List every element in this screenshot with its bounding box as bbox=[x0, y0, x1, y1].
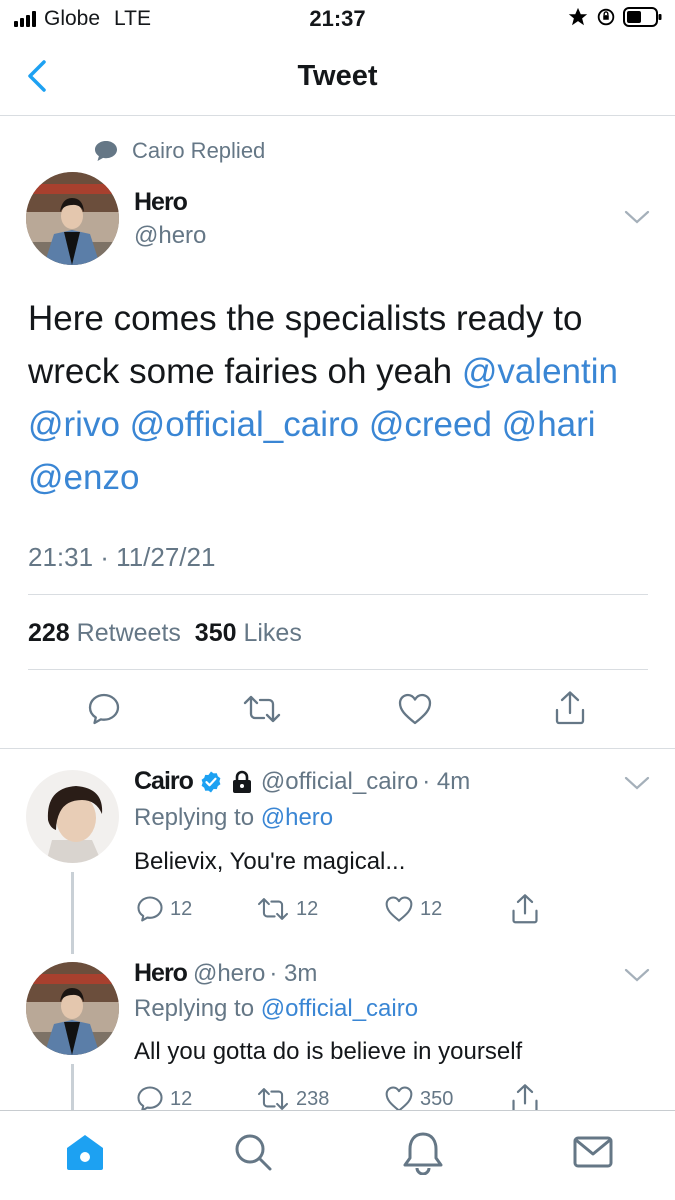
reply-time: · 3m bbox=[269, 959, 318, 987]
like-icon[interactable] bbox=[397, 692, 433, 726]
like-button[interactable]: 350 bbox=[384, 1085, 453, 1113]
replying-label: Replying to bbox=[134, 804, 255, 831]
replying-label: Replying to bbox=[134, 995, 255, 1022]
chevron-down-icon[interactable] bbox=[624, 208, 650, 226]
likes-label: Likes bbox=[243, 619, 302, 647]
orientation-lock-icon bbox=[597, 8, 615, 26]
section-divider bbox=[0, 748, 675, 749]
reply-context[interactable]: Cairo Replied bbox=[94, 138, 265, 164]
reply-icon bbox=[137, 896, 163, 922]
divider bbox=[28, 594, 648, 595]
like-count: 12 bbox=[420, 897, 443, 920]
reply-header: Hero @hero · 3m bbox=[134, 959, 317, 988]
retweets-count: 228 bbox=[28, 619, 70, 647]
mention-link[interactable]: @creed bbox=[369, 405, 492, 444]
reply-time: · 4m bbox=[422, 767, 471, 795]
mention-link[interactable]: @rivo bbox=[28, 405, 120, 444]
verified-icon bbox=[201, 771, 221, 792]
author-name[interactable]: Hero bbox=[134, 188, 188, 217]
reply-icon[interactable] bbox=[87, 692, 121, 726]
retweet-icon bbox=[257, 1088, 289, 1110]
reply-text: All you gotta do is believe in yourself bbox=[134, 1038, 523, 1065]
retweet-count: 12 bbox=[296, 897, 319, 920]
replying-to-link[interactable]: @hero bbox=[261, 804, 333, 831]
page-title: Tweet bbox=[297, 60, 378, 92]
reply-author-name[interactable]: Cairo bbox=[134, 767, 194, 796]
retweets-label: Retweets bbox=[76, 619, 181, 647]
like-count: 350 bbox=[420, 1087, 454, 1110]
author-handle[interactable]: @hero bbox=[134, 222, 206, 250]
like-icon bbox=[385, 1086, 413, 1112]
home-icon[interactable] bbox=[64, 1131, 106, 1173]
tweet-text: Here comes the specialists ready to wrec… bbox=[28, 292, 648, 504]
chevron-down-icon[interactable] bbox=[624, 774, 650, 792]
mention-link[interactable]: @valentin bbox=[462, 352, 618, 391]
reply-count: 12 bbox=[170, 897, 193, 920]
mention-link[interactable]: @enzo bbox=[28, 458, 139, 497]
reply-text: Believix, You're magical... bbox=[134, 848, 406, 875]
tweet-actions bbox=[0, 684, 675, 734]
star-icon bbox=[568, 7, 588, 26]
retweet-button[interactable]: 12 bbox=[256, 895, 318, 923]
status-bar: Globe LTE 21:37 bbox=[0, 0, 675, 38]
replying-to: Replying to @official_cairo bbox=[134, 995, 418, 1023]
reply-button[interactable]: 12 bbox=[136, 895, 192, 923]
reply-author-handle[interactable]: @official_cairo bbox=[261, 768, 418, 796]
likes-stat[interactable]: 350 Likes bbox=[195, 619, 302, 647]
divider bbox=[28, 669, 648, 670]
tab-bar bbox=[0, 1110, 675, 1200]
status-right bbox=[567, 6, 663, 28]
reply-button[interactable]: 12 bbox=[136, 1085, 192, 1113]
search-icon[interactable] bbox=[232, 1131, 274, 1173]
reply-context-label: Cairo Replied bbox=[132, 138, 266, 163]
speech-bubble-icon bbox=[95, 141, 117, 161]
reply-author-handle[interactable]: @hero bbox=[193, 960, 265, 988]
retweet-button[interactable]: 238 bbox=[256, 1085, 329, 1113]
tweet-timestamp: 21:31 · 11/27/21 bbox=[28, 542, 216, 572]
reply-avatar[interactable] bbox=[26, 962, 119, 1055]
reply-avatar[interactable] bbox=[26, 770, 119, 863]
author-avatar[interactable] bbox=[26, 172, 119, 265]
chevron-down-icon[interactable] bbox=[624, 966, 650, 984]
likes-count: 350 bbox=[194, 619, 237, 647]
retweets-stat[interactable]: 228 Retweets bbox=[28, 619, 181, 647]
reply-icon bbox=[137, 1086, 163, 1112]
mention-link[interactable]: @official_cairo bbox=[130, 405, 359, 444]
messages-icon[interactable] bbox=[572, 1131, 614, 1173]
nav-bar: Tweet bbox=[0, 38, 675, 116]
reply-author-name[interactable]: Hero bbox=[134, 959, 188, 988]
notifications-icon[interactable] bbox=[402, 1131, 444, 1175]
like-icon bbox=[385, 896, 413, 922]
battery-icon bbox=[623, 7, 662, 27]
share-icon[interactable] bbox=[510, 893, 540, 925]
thread-line bbox=[71, 872, 74, 954]
retweet-count: 238 bbox=[296, 1087, 330, 1110]
replying-to-link[interactable]: @official_cairo bbox=[261, 995, 418, 1022]
reply-count: 12 bbox=[170, 1087, 193, 1110]
tweet-stats: 228 Retweets 350 Likes bbox=[28, 619, 302, 648]
replying-to: Replying to @hero bbox=[134, 804, 333, 832]
thread-line bbox=[71, 1064, 74, 1110]
share-icon[interactable] bbox=[553, 690, 587, 726]
mention-link[interactable]: @hari bbox=[502, 405, 596, 444]
like-button[interactable]: 12 bbox=[384, 895, 442, 923]
lock-icon bbox=[232, 770, 251, 793]
reply-header: Cairo @official_cairo · 4m bbox=[134, 767, 470, 796]
retweet-icon[interactable] bbox=[242, 692, 282, 726]
retweet-icon bbox=[257, 898, 289, 920]
